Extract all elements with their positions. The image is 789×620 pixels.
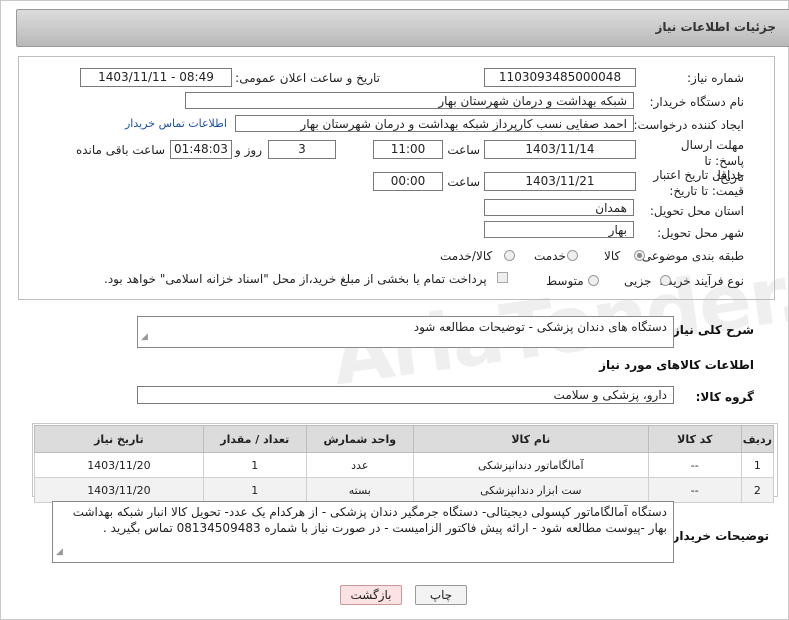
deadline-time-label: ساعت bbox=[447, 143, 480, 157]
category-label: طبقه بندی موضوعی: bbox=[637, 249, 744, 263]
item-unit: بسته bbox=[305, 477, 414, 503]
table-header-row: ردیف کد کالا نام کالا واحد شمارش تعداد /… bbox=[34, 425, 775, 453]
page-title: جزئیات اطلاعات نیاز bbox=[655, 20, 776, 34]
description-text: دستگاه های دندان پزشکی - توضیحات مطالعه … bbox=[413, 320, 667, 334]
description-label: شرح کلی نیاز: bbox=[668, 323, 754, 337]
validity-time-label: ساعت bbox=[447, 175, 480, 189]
items-table: ردیف کد کالا نام کالا واحد شمارش تعداد /… bbox=[34, 425, 775, 503]
item-qty: 1 bbox=[202, 452, 307, 478]
table-row: 2 -- ست ابزار دندانپزشکی بسته 1 1403/11/… bbox=[34, 477, 775, 503]
treasury-checkbox[interactable] bbox=[497, 272, 508, 283]
row-index: 2 bbox=[740, 477, 775, 503]
col-name-header: نام کالا bbox=[412, 425, 649, 453]
goods-group-field: دارو، پزشکی و سلامت bbox=[137, 386, 674, 404]
announce-label: تاریخ و ساعت اعلان عمومی: bbox=[235, 71, 380, 85]
item-name: ست ابزار دندانپزشکی bbox=[412, 477, 649, 503]
goods-section-title: اطلاعات کالاهای مورد نیاز bbox=[599, 358, 754, 372]
validity-date-field: 1403/11/21 bbox=[484, 172, 636, 191]
province-label: استان محل تحویل: bbox=[649, 204, 744, 218]
item-code: -- bbox=[647, 452, 742, 478]
announce-field: 1403/11/11 - 08:49 bbox=[80, 68, 232, 87]
city-label: شهر محل تحویل: bbox=[657, 226, 744, 240]
page-header: جزئیات اطلاعات نیاز bbox=[16, 9, 789, 47]
days-field: 3 bbox=[268, 140, 336, 159]
buyer-org-label: نام دستگاه خریدار: bbox=[649, 95, 745, 109]
category-radio-service[interactable] bbox=[567, 250, 578, 261]
need-number-field: 1103093485000048 bbox=[484, 68, 636, 87]
col-code-header: کد کالا bbox=[647, 425, 742, 453]
purchase-minor-label: جزیی bbox=[624, 274, 652, 288]
treasury-note: پرداخت تمام یا بخشی از مبلغ خرید،از محل … bbox=[104, 272, 487, 286]
deadline-time-field: 11:00 bbox=[373, 140, 443, 159]
col-unit-header: واحد شمارش bbox=[305, 425, 414, 453]
table-row: 1 -- آمالگاماتور دندانپزشکی عدد 1 1403/1… bbox=[34, 452, 775, 478]
col-row-header: ردیف bbox=[740, 425, 775, 453]
validity-time-field: 00:00 bbox=[373, 172, 443, 191]
category-goods-label: کالا bbox=[604, 249, 621, 263]
contact-info-link[interactable]: اطلاعات تماس خریدار bbox=[125, 117, 227, 130]
purchase-radio-minor[interactable] bbox=[660, 275, 671, 286]
need-number-label: شماره نیاز: bbox=[687, 71, 744, 85]
purchase-radio-medium[interactable] bbox=[588, 275, 599, 286]
resize-grip-icon[interactable]: ◢ bbox=[141, 329, 148, 345]
remaining-time-field: 01:48:03 bbox=[170, 140, 232, 159]
requester-label: ایجاد کننده درخواست: bbox=[633, 118, 744, 132]
remaining-label: ساعت باقی مانده bbox=[75, 143, 165, 157]
category-both-label: کالا/خدمت bbox=[440, 249, 493, 263]
requester-field: احمد صفایی نسب کارپرداز شبکه بهداشت و در… bbox=[235, 115, 634, 132]
days-label: روز و bbox=[235, 143, 262, 157]
buyer-notes-label: توضیحات خریدار: bbox=[667, 529, 769, 543]
item-qty: 1 bbox=[202, 477, 307, 503]
row-index: 1 bbox=[740, 452, 775, 478]
deadline-date-field: 1403/11/14 bbox=[484, 140, 636, 159]
description-field: دستگاه های دندان پزشکی - توضیحات مطالعه … bbox=[137, 316, 674, 348]
item-date: 1403/11/20 bbox=[34, 452, 204, 478]
item-unit: عدد bbox=[305, 452, 414, 478]
print-button[interactable]: چاپ bbox=[415, 585, 467, 605]
buyer-notes-text: دستگاه آمالگاماتور کپسولی دیجیتالی- دستگ… bbox=[72, 505, 667, 535]
goods-group-label: گروه کالا: bbox=[695, 390, 754, 404]
category-radio-both[interactable] bbox=[504, 250, 515, 261]
col-qty-header: تعداد / مقدار bbox=[202, 425, 307, 453]
back-button[interactable]: بازگشت bbox=[340, 585, 402, 605]
item-date: 1403/11/20 bbox=[34, 477, 204, 503]
city-field: بهار bbox=[484, 221, 634, 238]
item-name: آمالگاماتور دندانپزشکی bbox=[412, 452, 649, 478]
province-field: همدان bbox=[484, 199, 634, 216]
category-service-label: خدمت bbox=[534, 249, 566, 263]
purchase-type-label: نوع فرآیند خرید : bbox=[659, 274, 744, 288]
buyer-notes-field: دستگاه آمالگاماتور کپسولی دیجیتالی- دستگ… bbox=[52, 501, 674, 563]
category-radio-goods[interactable] bbox=[634, 250, 645, 261]
resize-grip-icon[interactable]: ◢ bbox=[56, 544, 63, 560]
buyer-org-field: شبکه بهداشت و درمان شهرستان بهار bbox=[185, 92, 634, 109]
validity-label: حداقل تاریخ اعتبار قیمت: تا تاریخ: bbox=[653, 168, 744, 198]
col-date-header: تاریخ نیاز bbox=[34, 425, 204, 453]
item-code: -- bbox=[647, 477, 742, 503]
purchase-medium-label: متوسط bbox=[546, 274, 584, 288]
